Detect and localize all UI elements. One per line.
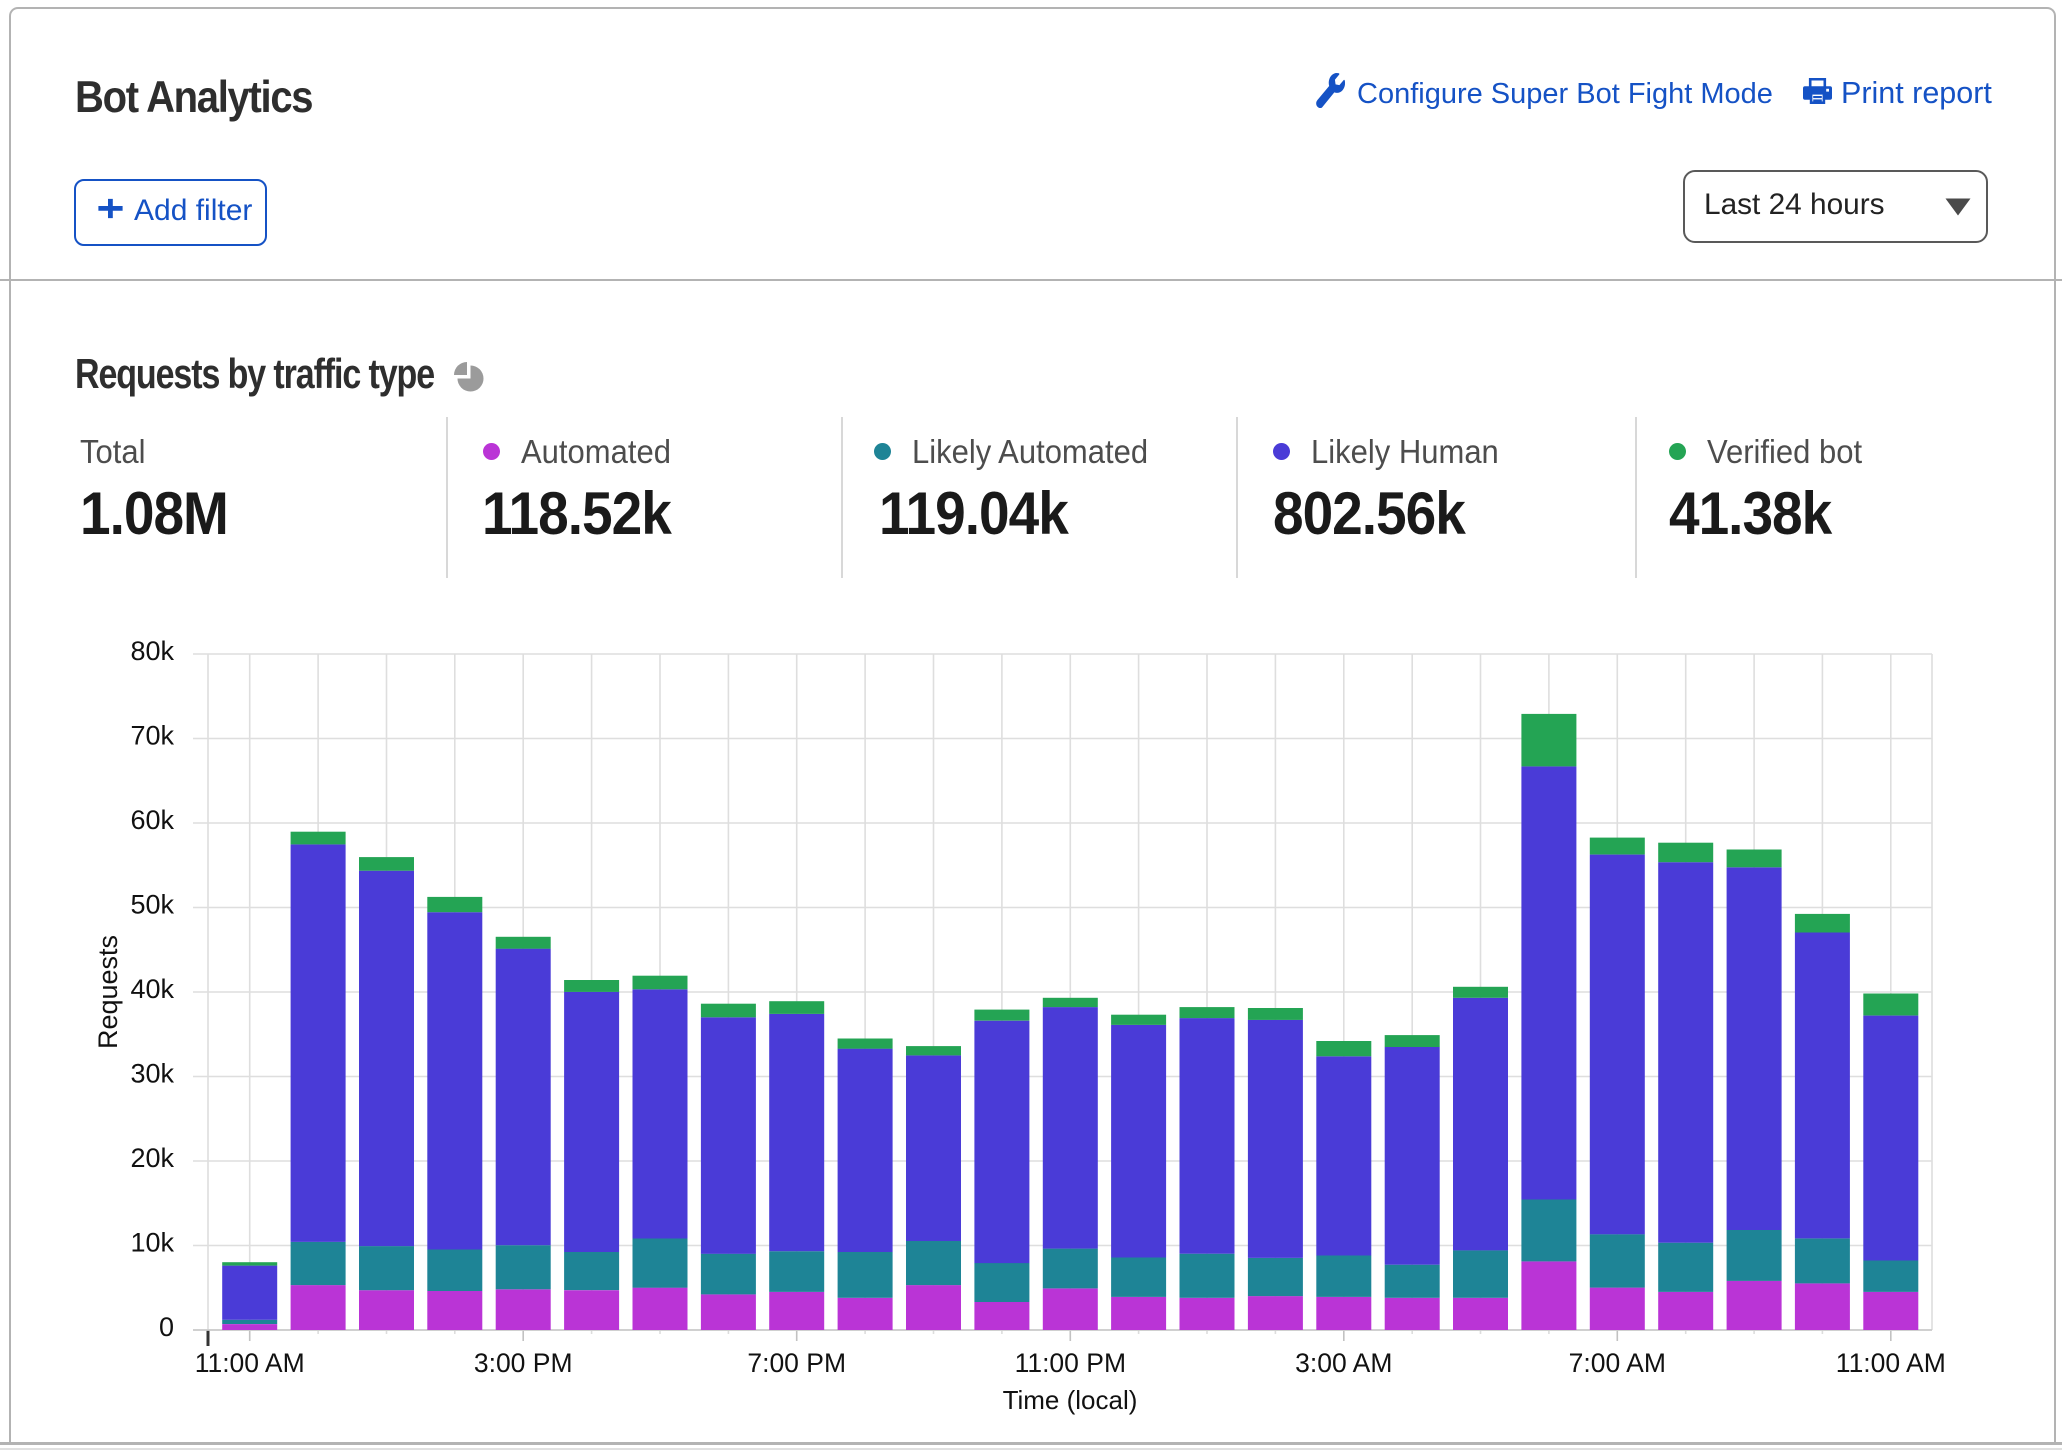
- svg-text:10k: 10k: [130, 1228, 174, 1258]
- svg-text:Requests: Requests: [93, 935, 123, 1049]
- svg-text:3:00 AM: 3:00 AM: [1295, 1348, 1392, 1378]
- svg-text:7:00 AM: 7:00 AM: [1569, 1348, 1666, 1378]
- svg-text:20k: 20k: [130, 1143, 174, 1173]
- svg-text:0: 0: [159, 1312, 174, 1342]
- svg-text:60k: 60k: [130, 805, 174, 835]
- svg-text:3:00 PM: 3:00 PM: [474, 1348, 573, 1378]
- svg-text:30k: 30k: [130, 1059, 174, 1089]
- svg-text:70k: 70k: [130, 721, 174, 751]
- svg-text:11:00 AM: 11:00 AM: [195, 1348, 305, 1378]
- svg-text:11:00 PM: 11:00 PM: [1015, 1348, 1126, 1378]
- svg-text:7:00 PM: 7:00 PM: [747, 1348, 846, 1378]
- svg-text:Time (local): Time (local): [1003, 1385, 1138, 1415]
- svg-text:40k: 40k: [130, 974, 174, 1004]
- svg-text:11:00 AM: 11:00 AM: [1836, 1348, 1946, 1378]
- svg-text:80k: 80k: [130, 636, 174, 666]
- svg-text:50k: 50k: [130, 890, 174, 920]
